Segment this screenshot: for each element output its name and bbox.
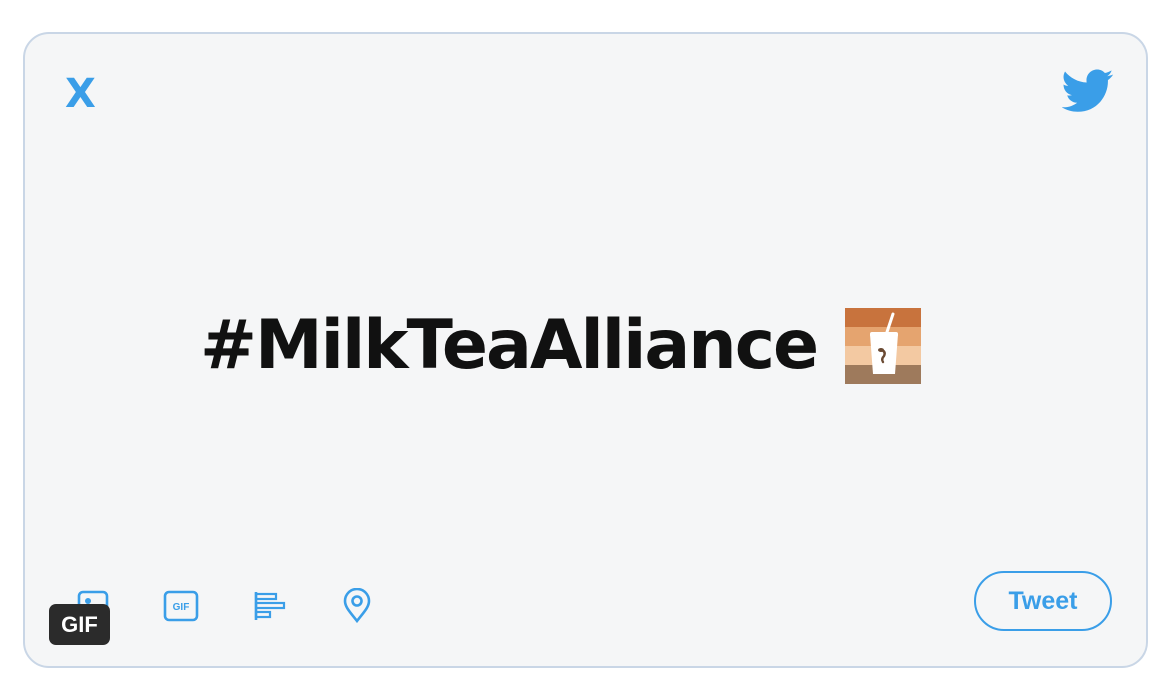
composer-toolbar: GIF xyxy=(73,586,425,626)
headline: #MilkTeaAlliance xyxy=(200,306,922,386)
gif-icon: GIF xyxy=(163,590,199,622)
hashtag-text: #MilkTeaAlliance xyxy=(200,306,819,385)
poll-icon xyxy=(254,592,286,620)
milk-tea-emoji-icon xyxy=(845,308,922,384)
twitter-bird-icon xyxy=(1062,69,1114,112)
gif-badge: GIF xyxy=(49,604,110,645)
gif-button[interactable]: GIF xyxy=(161,586,201,626)
tweet-button[interactable]: Tweet xyxy=(974,571,1112,631)
gif-icon-text: GIF xyxy=(173,602,190,613)
poll-button[interactable] xyxy=(249,586,289,626)
close-button[interactable]: X xyxy=(65,68,96,120)
tweet-composer-card: X #MilkTeaAlliance GIF Tweet xyxy=(23,32,1148,668)
location-icon xyxy=(343,588,371,624)
location-button[interactable] xyxy=(337,586,377,626)
